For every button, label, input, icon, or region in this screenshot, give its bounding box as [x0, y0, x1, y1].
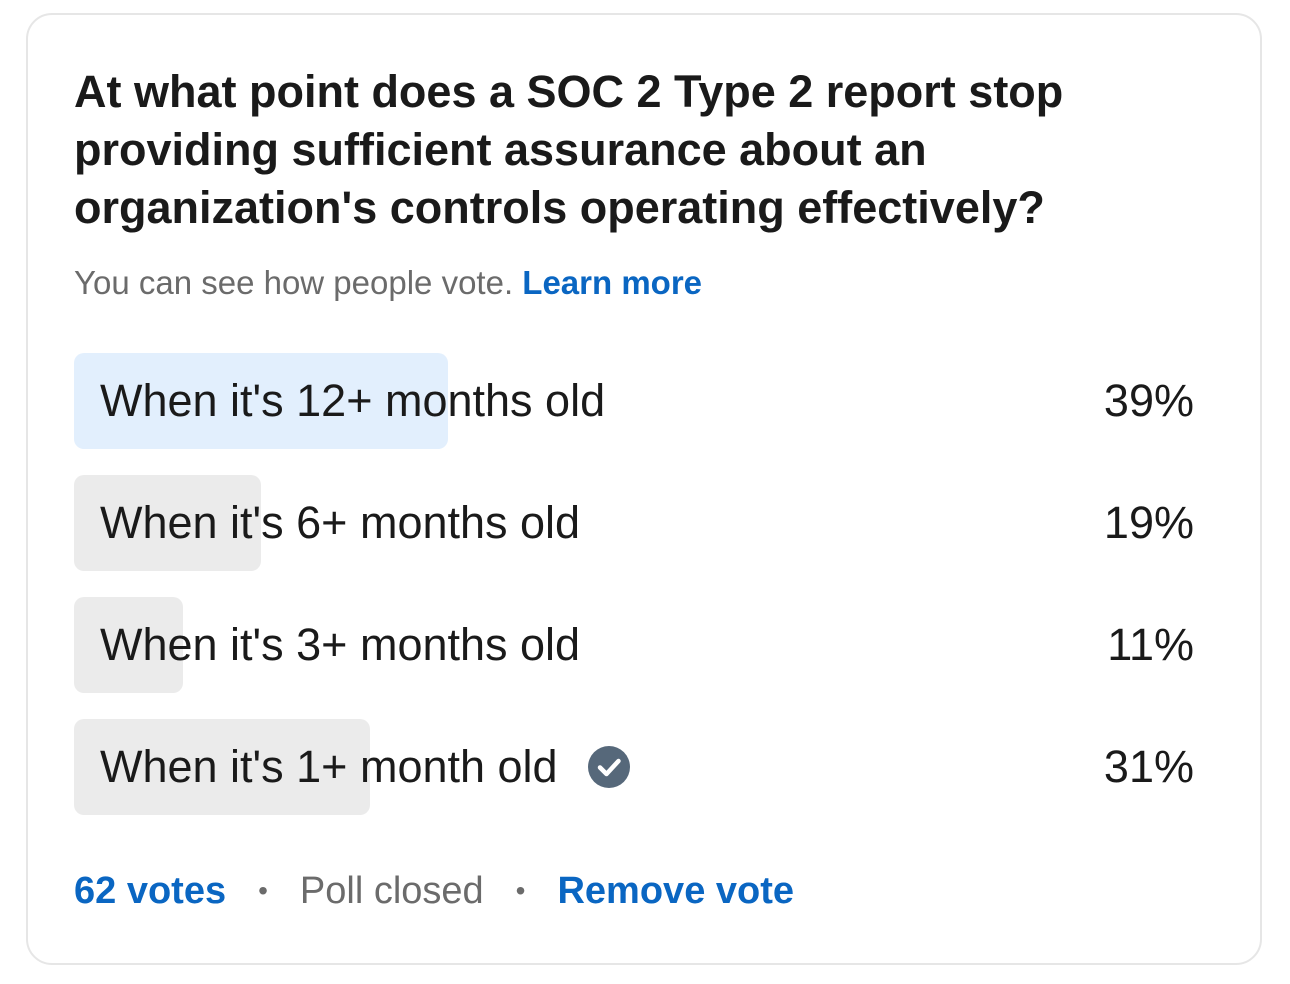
poll-option-label: When it's 12+ months old — [100, 375, 606, 426]
poll-option-percent: 31% — [1103, 741, 1194, 792]
poll-status: Poll closed — [299, 870, 484, 912]
poll-option-6-months[interactable]: When it's 6+ months old 19% — [74, 475, 1194, 571]
check-circle-icon — [587, 746, 630, 788]
vote-count-link[interactable]: 62 votes — [74, 869, 226, 913]
poll-option-percent: 11% — [1107, 619, 1194, 670]
learn-more-link[interactable]: Learn more — [522, 264, 702, 301]
poll-option-label: When it's 6+ months old — [100, 497, 581, 548]
poll-options: When it's 12+ months old 39% When it's 6… — [74, 353, 1194, 841]
poll-option-percent: 19% — [1103, 497, 1194, 548]
poll-option-12-months[interactable]: When it's 12+ months old 39% — [74, 353, 1194, 449]
poll-question: At what point does a SOC 2 Type 2 report… — [74, 66, 1064, 233]
vote-visibility-text: You can see how people vote. — [74, 264, 514, 301]
poll-footer: 62 votes • Poll closed • Remove vote — [74, 869, 794, 913]
poll-option-3-months[interactable]: When it's 3+ months old 11% — [74, 597, 1194, 693]
poll-option-percent: 39% — [1103, 375, 1194, 426]
poll-option-label: When it's 3+ months old — [100, 619, 581, 670]
poll-card: At what point does a SOC 2 Type 2 report… — [26, 13, 1262, 965]
remove-vote-button[interactable]: Remove vote — [557, 869, 794, 913]
poll-option-1-month[interactable]: When it's 1+ month old 31% — [74, 719, 1194, 815]
vote-visibility-notice: You can see how people vote. Learn more — [74, 263, 702, 303]
separator-dot: • — [258, 875, 268, 906]
separator-dot: • — [515, 875, 526, 906]
poll-option-label: When it's 1+ month old — [100, 743, 630, 791]
